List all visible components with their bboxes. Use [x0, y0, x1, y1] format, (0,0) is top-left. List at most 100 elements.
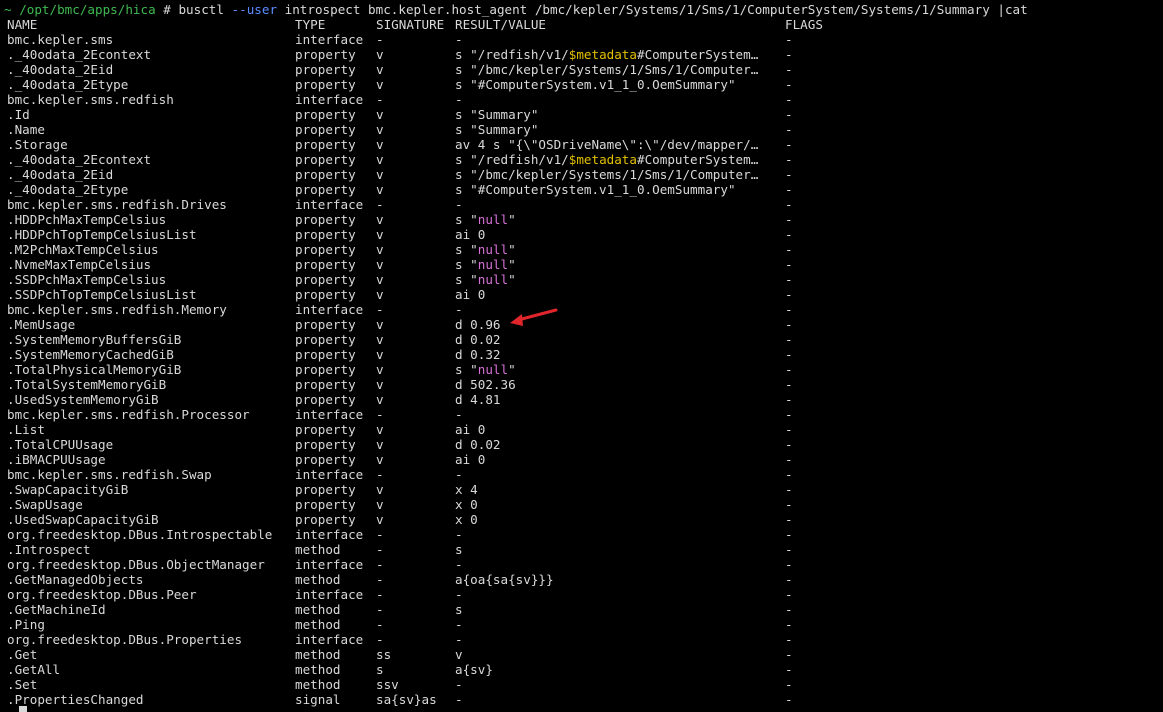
row-signature: sa{sv}as [376, 692, 437, 707]
row-signature: v [376, 152, 384, 167]
row-type: interface [295, 32, 364, 47]
row-name: .Name [7, 122, 45, 137]
row-flags: - [785, 107, 793, 122]
row-type: method [295, 602, 341, 617]
row-value: s "null" [455, 212, 779, 227]
row-value-text: - [455, 467, 463, 482]
row-flags: - [785, 452, 793, 467]
row-flags: - [785, 602, 793, 617]
row-type: property [295, 317, 356, 332]
row-signature: - [376, 587, 384, 602]
row-value-text: av 4 s "{\"OSDriveName\":\"/dev/mapper/… [455, 137, 759, 152]
row-flags: - [785, 212, 793, 227]
row-name: bmc.kepler.sms [7, 32, 114, 47]
terminal-window[interactable]: ~ /opt/bmc/apps/hica # busctl --user int… [0, 0, 1163, 712]
row-type: property [295, 347, 356, 362]
row-value-text: s [455, 542, 463, 557]
row-signature: v [376, 332, 384, 347]
row-value-text: s "#ComputerSystem.v1_1_0.OemSummary" [455, 182, 736, 197]
row-name: .Get [7, 647, 38, 662]
row-value-text: - [455, 302, 463, 317]
row-name: .UsedSwapCapacityGiB [7, 512, 159, 527]
row-value-text: - [455, 407, 463, 422]
row-value: d 4.81 [455, 392, 779, 407]
row-signature: v [376, 437, 384, 452]
row-flags: - [785, 647, 793, 662]
row-type: interface [295, 527, 364, 542]
row-flags: - [785, 182, 793, 197]
row-name: bmc.kepler.sms.redfish.Swap [7, 467, 212, 482]
row-signature: - [376, 467, 384, 482]
row-value-text: d 502.36 [455, 377, 516, 392]
table-row: .Name property v s "Summary" - [0, 122, 1163, 137]
row-value-text: ai 0 [455, 452, 486, 467]
row-value-text: - [455, 692, 463, 707]
table-row: ._40odata_2Eid property v s "/bmc/kepler/Sy… [0, 167, 1163, 182]
row-value-text: - [455, 197, 463, 212]
table-row: .UsedSystemMemoryGiB property v d 4.81 - [0, 392, 1163, 407]
row-value: - [455, 632, 779, 647]
row-flags: - [785, 497, 793, 512]
row-name: .GetManagedObjects [7, 572, 144, 587]
row-flags: - [785, 227, 793, 242]
row-flags: - [785, 662, 793, 677]
command-name: busctl [178, 2, 224, 17]
row-value: s "#ComputerSystem.v1_1_0.OemSummary" [455, 77, 779, 92]
row-value-text: - [455, 677, 463, 692]
row-type: interface [295, 557, 364, 572]
row-flags: - [785, 77, 793, 92]
row-value-tail: #ComputerSystem… [636, 47, 759, 62]
row-flags: - [785, 92, 793, 107]
row-flags: - [785, 167, 793, 182]
row-type: interface [295, 302, 364, 317]
row-signature: v [376, 347, 384, 362]
row-type: property [295, 512, 356, 527]
row-type: property [295, 362, 356, 377]
row-value-text: a{sv} [455, 662, 493, 677]
row-flags: - [785, 527, 793, 542]
row-flags: - [785, 617, 793, 632]
row-type: interface [295, 467, 364, 482]
row-value: av 4 s "{\"OSDriveName\":\"/dev/mapper/… [455, 137, 779, 152]
table-row: org.freedesktop.DBus.ObjectManager interf… [0, 557, 1163, 572]
table-row: ._40odata_2Etype property v s "#ComputerSys… [0, 182, 1163, 197]
row-flags: - [785, 152, 793, 167]
table-row: bmc.kepler.sms.redfish.Memory interface - -… [0, 302, 1163, 317]
row-type: property [295, 107, 356, 122]
row-value: - [455, 302, 779, 317]
row-flags: - [785, 482, 793, 497]
row-flags: - [785, 257, 793, 272]
row-value-text: v [455, 647, 463, 662]
row-value-text: - [455, 557, 463, 572]
row-type: method [295, 677, 341, 692]
row-flags: - [785, 422, 793, 437]
row-name: bmc.kepler.sms.redfish [7, 92, 174, 107]
row-flags: - [785, 557, 793, 572]
row-type: method [295, 572, 341, 587]
table-row: .Ping method - - - [0, 617, 1163, 632]
null-value: null [477, 242, 509, 257]
table-row: .SystemMemoryCachedGiB property v d 0.32 - [0, 347, 1163, 362]
row-flags: - [785, 272, 793, 287]
table-row: .SSDPchMaxTempCelsius property v s "null" - [0, 272, 1163, 287]
table-row: ._40odata_2Etype property v s "#ComputerSys… [0, 77, 1163, 92]
row-value: s "Summary" [455, 107, 779, 122]
row-type: property [295, 62, 356, 77]
row-signature: ss [376, 647, 392, 662]
row-type: property [295, 122, 356, 137]
header-signature: SIGNATURE [376, 17, 445, 32]
row-signature: - [376, 302, 384, 317]
row-flags: - [785, 137, 793, 152]
row-name: .List [7, 422, 45, 437]
row-type: property [295, 422, 356, 437]
table-row: org.freedesktop.DBus.Introspectable inter… [0, 527, 1163, 542]
row-name: .SwapCapacityGiB [7, 482, 129, 497]
row-value: s [455, 602, 779, 617]
row-value: s "#ComputerSystem.v1_1_0.OemSummary" [455, 182, 779, 197]
row-value: - [455, 617, 779, 632]
row-value-text: s [455, 602, 463, 617]
table-row: .HDDPchMaxTempCelsius property v s "null" - [0, 212, 1163, 227]
row-signature: v [376, 497, 384, 512]
row-flags: - [785, 317, 793, 332]
row-value: d 0.32 [455, 347, 779, 362]
